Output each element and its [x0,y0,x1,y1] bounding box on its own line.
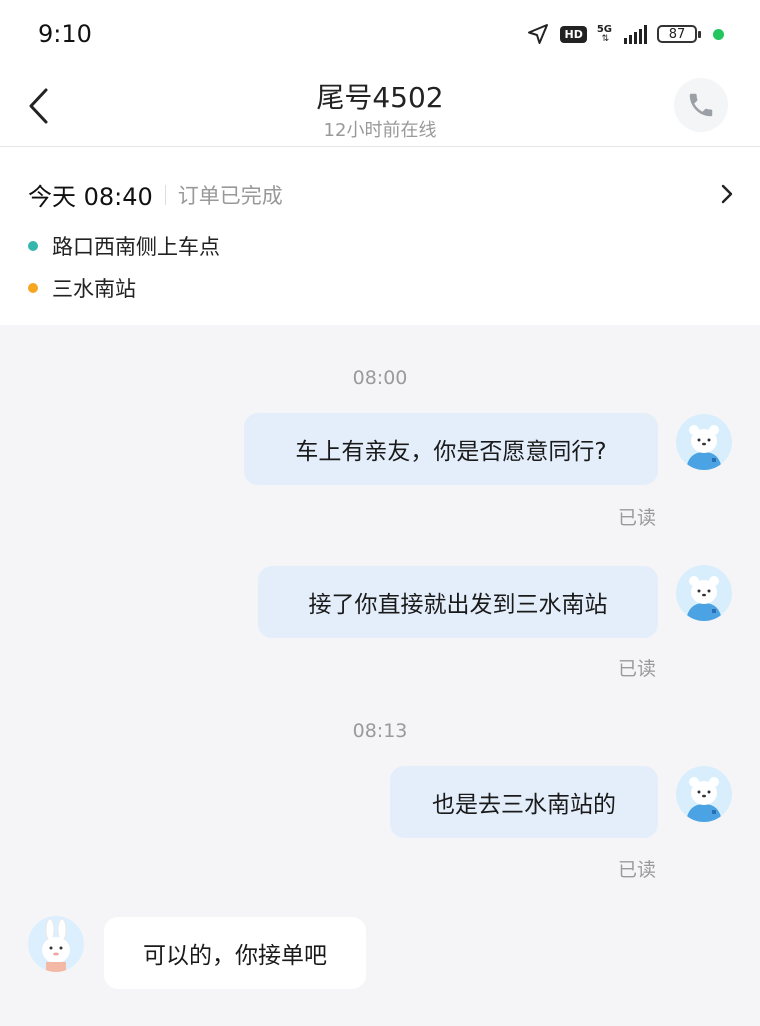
contact-title: 尾号4502 [316,81,444,114]
message-bubble-outgoing[interactable]: 车上有亲友，你是否愿意同行? [244,413,658,485]
dropoff-location: 三水南站 [28,273,136,303]
battery-level: 87 [668,26,686,42]
network-type: 5G [596,23,612,35]
signal-icon [624,24,647,44]
pickup-dot-icon [28,241,38,251]
bear-avatar-icon [686,777,722,822]
bunny-avatar-icon [42,918,70,972]
message-text: 可以的，你接单吧 [143,943,327,969]
order-summary: 今天 08:40 订单已完成 [28,177,283,212]
message-bubble-outgoing[interactable]: 也是去三水南站的 [390,766,658,838]
contact-avatar[interactable] [28,916,84,972]
data-arrows-icon: ⇅ [601,33,610,44]
chat-header: 尾号4502 12小时前在线 [0,70,760,147]
bear-avatar-icon [686,425,722,470]
timestamp: 08:13 [352,720,408,742]
read-receipt: 已读 [617,507,656,529]
order-status: 订单已完成 [177,183,283,208]
timestamp: 08:00 [352,367,408,389]
battery-icon: 87 [657,25,701,43]
order-card[interactable]: 今天 08:40 订单已完成 路口西南侧上车点 三水南站 [0,147,760,325]
message-text: 车上有亲友，你是否愿意同行? [295,439,607,465]
call-button[interactable] [674,78,728,132]
read-receipt: 已读 [617,859,656,881]
my-avatar[interactable] [676,414,732,470]
pickup-location: 路口西南侧上车点 [28,231,220,261]
read-receipt: 已读 [617,658,656,680]
bear-avatar-icon [686,576,722,621]
location-arrow-icon [528,24,549,44]
order-date: 今天 08:40 [28,183,153,211]
message-bubble-outgoing[interactable]: 接了你直接就出发到三水南站 [258,566,658,638]
hd-icon: HD [560,25,587,43]
network-indicator: 5G ⇅ [596,23,614,44]
privacy-indicator-icon [713,28,724,40]
message-text: 接了你直接就出发到三水南站 [308,592,608,618]
status-icons: HD 5G ⇅ 87 [526,22,724,46]
pickup-label: 路口西南侧上车点 [52,235,220,259]
my-avatar[interactable] [676,565,732,621]
phone-icon [689,93,713,117]
message-bubble-incoming[interactable]: 可以的，你接单吧 [104,917,366,989]
status-bar: 9:10 HD 5G ⇅ 87 [0,0,760,70]
divider [164,184,166,205]
dropoff-dot-icon [28,283,38,293]
status-time: 9:10 [38,20,92,48]
dropoff-label: 三水南站 [52,277,136,301]
online-status: 12小时前在线 [323,120,437,141]
chevron-right-icon[interactable] [720,183,734,205]
message-text: 也是去三水南站的 [432,792,616,818]
my-avatar[interactable] [676,766,732,822]
